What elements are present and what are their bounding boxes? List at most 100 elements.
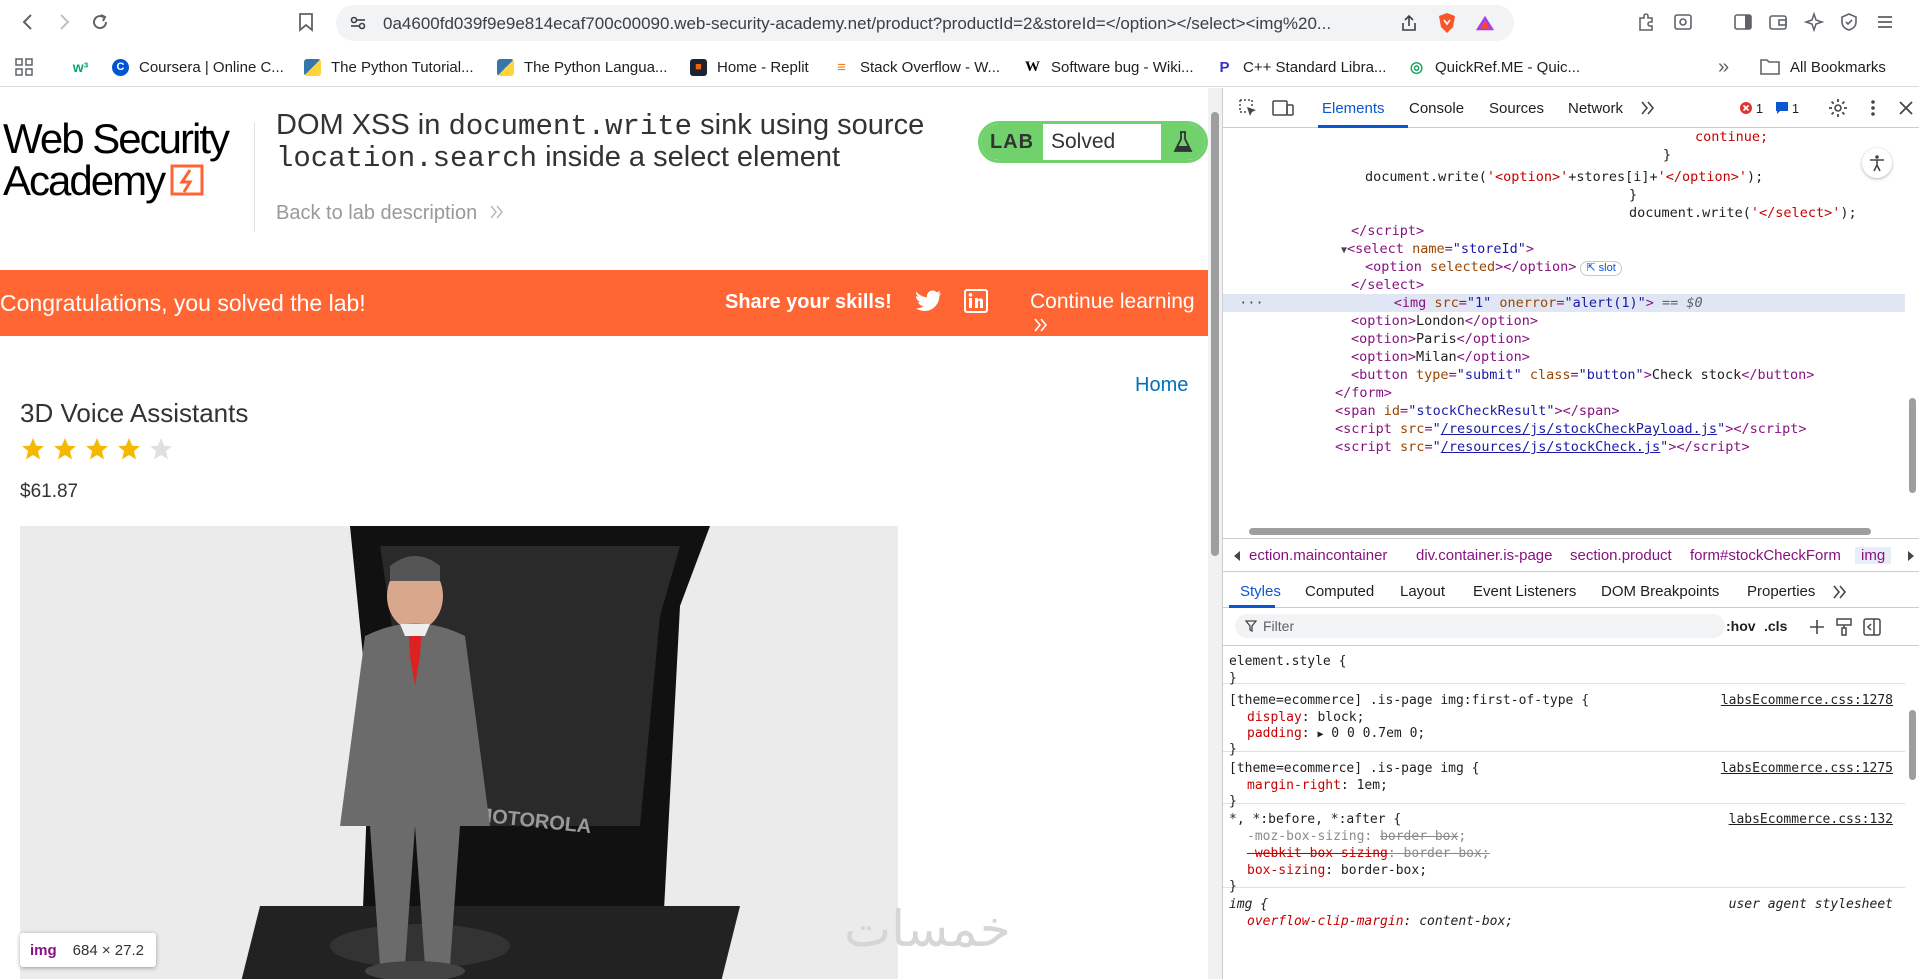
dom-tree[interactable]: continue; } document.write('<option>'+st… [1223,128,1905,514]
style-rule-element[interactable]: element.style { } [1223,646,1905,686]
forward-icon[interactable] [52,10,76,34]
dom-line[interactable]: </script> [1351,222,1905,240]
error-count-indicator[interactable]: 1 [1731,97,1771,119]
styles-filter-input[interactable]: Filter [1235,614,1725,638]
tab-elements[interactable]: Elements [1322,100,1385,117]
bookmark-icon[interactable] [294,10,318,34]
style-rule-user-agent[interactable]: img { user agent stylesheet overflow-cli… [1223,888,1905,948]
menu-icon[interactable] [1874,11,1896,33]
wallet-icon[interactable] [1767,11,1789,33]
close-devtools-icon[interactable] [1895,97,1917,119]
more-tabs-icon[interactable] [1637,97,1659,119]
more-options-icon[interactable] [1862,97,1884,119]
new-style-rule-icon[interactable] [1808,618,1826,636]
brave-shield-icon[interactable] [1437,13,1457,33]
dom-line[interactable]: </select> [1351,276,1905,294]
web-security-academy-logo[interactable]: Web Security Academy [3,118,253,208]
breadcrumb-scroll-left-icon[interactable] [1232,550,1242,562]
tab-computed[interactable]: Computed [1305,583,1374,600]
dom-line[interactable]: <script src="/resources/js/stockCheckPay… [1335,420,1905,438]
extensions-icon[interactable] [1635,11,1657,33]
site-info-icon[interactable] [348,13,368,33]
dom-line[interactable]: <script src="/resources/js/stockCheck.js… [1335,438,1905,456]
twitter-icon[interactable] [915,290,942,317]
w3schools-bookmark-icon[interactable]: w³ [72,57,99,77]
apps-icon[interactable] [14,57,34,77]
toggle-sidebar-icon[interactable] [1863,618,1881,636]
bookmarks-overflow-button[interactable]: » [1718,56,1729,78]
vpn-icon[interactable] [1838,11,1860,33]
bookmark-python-tutorial[interactable]: The Python Tutorial... [304,57,474,77]
rule-declaration[interactable]: box-sizing: border-box; [1247,862,1427,879]
bookmark-replit[interactable]: ■ Home - Replit [690,57,809,77]
media-icon[interactable] [1672,11,1694,33]
back-icon[interactable] [16,10,40,34]
accessibility-icon[interactable] [1862,148,1892,178]
home-link[interactable]: Home [1135,374,1188,397]
bookmark-quickref[interactable]: ◎ QuickRef.ME - Quic... [1408,57,1580,77]
dom-line[interactable]: <button type="submit" class="button">Che… [1351,366,1905,384]
rule-source-link[interactable]: labsEcommerce.css:1275 [1721,760,1893,777]
dom-line[interactable]: ▼<select name="storeId"> [1341,240,1905,258]
reload-icon[interactable] [88,10,112,34]
rule-declaration[interactable]: padding: ▶ 0 0 0.7em 0; [1247,725,1425,742]
bookmark-wikipedia[interactable]: W Software bug - Wiki... [1024,57,1194,77]
breadcrumb-scroll-right-icon[interactable] [1906,550,1916,562]
rule-source-link[interactable]: labsEcommerce.css:1278 [1721,692,1893,709]
dom-line[interactable]: <option>London</option> [1351,312,1905,330]
hov-toggle[interactable]: :hov [1726,618,1756,634]
tab-properties[interactable]: Properties [1747,583,1815,600]
styles-scrollbar[interactable] [1905,646,1919,979]
breadcrumb-section-maincontainer[interactable]: ection.maincontainer [1249,547,1387,564]
dom-tree-hscrollbar-thumb[interactable] [1249,528,1871,535]
style-rule[interactable]: *, *:before, *:after { labsEcommerce.css… [1223,804,1905,894]
all-bookmarks-button[interactable]: All Bookmarks [1760,57,1886,77]
tab-styles[interactable]: Styles [1240,583,1281,600]
rule-declaration[interactable]: display: block; [1247,709,1364,726]
dom-tree-horizontal-scrollbar[interactable] [1223,524,1919,538]
bookmark-stackoverflow[interactable]: ≡ Stack Overflow - W... [833,57,1000,77]
dom-line[interactable]: <option selected></option> ⇱ slot [1365,258,1905,276]
page-scrollbar-thumb[interactable] [1211,112,1219,556]
tab-network[interactable]: Network [1568,100,1623,117]
brave-rewards-icon[interactable] [1475,13,1495,33]
continue-learning-link[interactable]: Continue learning [1030,290,1208,338]
url-text[interactable]: 0a4600fd039f9e9e814ecaf700c00090.web-sec… [383,14,1383,34]
style-rule[interactable]: [theme=ecommerce] .is-page img:first-of-… [1223,684,1905,757]
rule-declaration[interactable]: -moz-box-sizing: border-box; [1247,828,1466,845]
rule-source-link[interactable]: labsEcommerce.css:132 [1729,811,1893,828]
paint-brush-icon[interactable] [1836,618,1852,636]
back-to-lab-description-link[interactable]: Back to lab description [276,202,505,225]
linkedin-icon[interactable] [964,289,988,318]
dom-line[interactable]: <span id="stockCheckResult"></span> [1335,402,1905,420]
styles-scrollbar-thumb[interactable] [1909,710,1916,780]
dom-line[interactable]: <option>Milan</option> [1351,348,1905,366]
style-rule[interactable]: [theme=ecommerce] .is-page img { labsEco… [1223,752,1905,809]
address-bar[interactable]: 0a4600fd039f9e9e814ecaf700c00090.web-sec… [336,5,1514,41]
dom-tree-scrollbar-thumb[interactable] [1909,398,1916,493]
dom-line[interactable]: <option>Paris</option> [1351,330,1905,348]
tab-layout[interactable]: Layout [1400,583,1445,600]
page-scrollbar[interactable] [1208,88,1222,979]
tab-sources[interactable]: Sources [1489,100,1544,117]
cls-toggle[interactable]: .cls [1764,618,1787,634]
tab-dom-breakpoints[interactable]: DOM Breakpoints [1601,583,1719,600]
more-style-tabs-icon[interactable] [1832,585,1848,599]
tab-console[interactable]: Console [1409,100,1464,117]
dom-tree-vertical-scrollbar[interactable] [1905,128,1919,514]
settings-gear-icon[interactable] [1827,97,1849,119]
rule-declaration[interactable]: margin-right: 1em; [1247,777,1388,794]
share-icon[interactable] [1399,13,1419,33]
device-toolbar-icon[interactable] [1272,97,1294,119]
breadcrumb-form[interactable]: form#stockCheckForm [1690,547,1841,564]
sidebar-icon[interactable] [1732,11,1754,33]
tab-event-listeners[interactable]: Event Listeners [1473,583,1576,600]
breadcrumb-img[interactable]: img [1855,547,1892,564]
bookmark-python-language[interactable]: The Python Langua... [497,57,667,77]
dom-line-selected[interactable]: ··· <img src="1" onerror="alert(1)"> == … [1223,294,1905,312]
breadcrumb-section-product[interactable]: section.product [1570,547,1672,564]
bookmark-coursera[interactable]: C Coursera | Online C... [112,57,284,77]
rule-declaration[interactable]: -webkit-box-sizing: border-box; [1247,845,1490,862]
message-count-indicator[interactable]: 1 [1767,97,1807,119]
bookmark-cppreference[interactable]: P C++ Standard Libra... [1216,57,1386,77]
